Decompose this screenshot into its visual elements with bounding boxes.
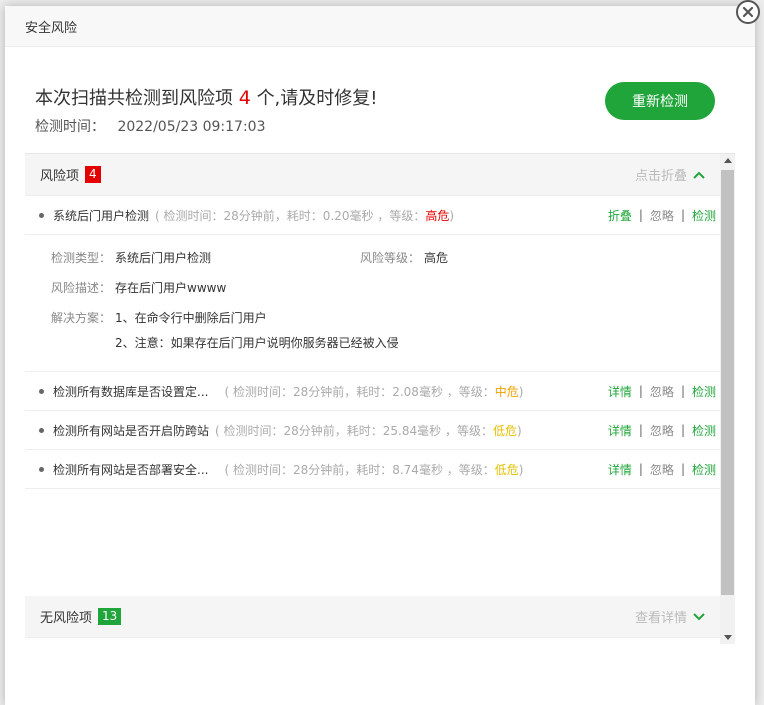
risk-item-detail: 检测类型： 系统后门用户检测 风险等级： 高危 风险描述： 存在后门用户wwww…: [25, 235, 720, 372]
risk-level: 低危: [492, 423, 517, 438]
risk-item-meta: ( 检测时间：28分钟前，耗时：2.08毫秒 ，等级：中危): [224, 383, 523, 400]
separator: |: [638, 208, 643, 222]
separator: |: [680, 423, 685, 437]
risk-level: 低危: [494, 462, 519, 477]
risk-item-meta-end: ): [516, 423, 522, 438]
risk-item-meta: ( 检测时间：28分钟前，耗时：8.74毫秒 ，等级：低危): [224, 461, 523, 478]
detail-level-value: 高危: [424, 251, 449, 265]
scan-time-label: 检测时间：: [35, 119, 105, 135]
risk-item-meta-text: ( 检测时间：28分钟前，耗时：8.74毫秒 ，等级：: [224, 462, 495, 477]
risk-count-badge: 4: [85, 166, 101, 183]
risk-item: 系统后门用户检测 ( 检测时间：28分钟前，耗时：0.20毫秒 ，等级：高危) …: [25, 196, 720, 235]
separator: |: [638, 462, 643, 476]
separator: |: [638, 423, 643, 437]
bullet-icon: [39, 212, 44, 218]
detail-type-label: 检测类型：: [51, 251, 112, 265]
detail-desc-label: 风险描述：: [51, 281, 112, 295]
check-link[interactable]: 检测: [692, 207, 716, 224]
detail-level-label: 风险等级：: [360, 251, 421, 265]
no-risk-section-label: 无风险项: [40, 611, 93, 626]
scan-time-value: 2022/05/23 09:17:03: [117, 119, 266, 135]
view-details-toggle[interactable]: 查看详情: [635, 607, 705, 626]
scroll-down-arrow-icon[interactable]: [724, 635, 732, 640]
bullet-icon: [39, 466, 44, 472]
ignore-link[interactable]: 忽略: [650, 422, 674, 439]
ignore-link[interactable]: 忽略: [650, 461, 674, 478]
risk-list: 系统后门用户检测 ( 检测时间：28分钟前，耗时：0.20毫秒 ，等级：高危) …: [25, 196, 720, 489]
summary-risk-count: 4: [238, 87, 251, 109]
scrollbar[interactable]: [720, 154, 735, 644]
close-button[interactable]: [736, 0, 760, 24]
check-link[interactable]: 检测: [692, 383, 716, 400]
scrollbar-thumb[interactable]: [721, 170, 734, 595]
ignore-link[interactable]: 忽略: [650, 383, 674, 400]
details-link[interactable]: 详情: [608, 422, 632, 439]
dialog-title: 安全风险: [25, 20, 78, 36]
close-icon: [742, 6, 754, 18]
risk-item-actions: 折叠 | 忽略 | 检测: [608, 207, 716, 224]
check-link[interactable]: 检测: [692, 461, 716, 478]
separator: |: [638, 384, 643, 398]
summary-prefix: 本次扫描共检测到风险项: [35, 88, 233, 109]
detail-desc-value: 存在后门用户wwww: [115, 281, 227, 295]
separator: |: [680, 462, 685, 476]
dialog-header: 安全风险: [5, 6, 755, 47]
collapse-toggle[interactable]: 点击折叠: [635, 165, 705, 184]
scan-time: 检测时间： 2022/05/23 09:17:03: [35, 116, 378, 136]
risk-item-actions: 详情 | 忽略 | 检测: [608, 383, 716, 400]
risk-item: 检测所有网站是否部署安全... ( 检测时间：28分钟前，耗时：8.74毫秒 ，…: [25, 450, 720, 489]
risk-item-name: 检测所有网站是否开启防跨站: [53, 423, 210, 438]
detail-solution-step-1: 1、在命令行中删除后门用户: [115, 311, 267, 325]
risk-level: 高危: [425, 208, 450, 223]
detail-solution-step-2: 2、注意：如果存在后门用户说明你服务器已经被入侵: [115, 336, 399, 350]
security-risk-dialog: 安全风险 本次扫描共检测到风险项 4 个,请及时修复! 检测时间： 2022/0…: [5, 0, 760, 705]
risk-item-meta-text: ( 检测时间：28分钟前，耗时：0.20毫秒 ，等级：: [155, 208, 426, 223]
collapse-label: 点击折叠: [634, 169, 687, 184]
risk-section-header: 风险项 4 点击折叠: [25, 154, 720, 196]
view-details-label: 查看详情: [634, 611, 687, 626]
chevron-down-icon: [693, 612, 705, 620]
details-link[interactable]: 详情: [608, 383, 632, 400]
chevron-up-icon: [693, 171, 705, 179]
detail-type-value: 系统后门用户检测: [115, 251, 212, 265]
risk-panel: 风险项 4 点击折叠 系统后门用户检测 ( 检测时间：28分钟前，耗时：0.20…: [25, 153, 735, 644]
risk-item-name: 检测所有数据库是否设置定...: [53, 384, 209, 399]
bullet-icon: [39, 427, 44, 433]
separator: |: [680, 208, 685, 222]
risk-section-label: 风险项: [40, 169, 80, 184]
risk-item-name: 系统后门用户检测: [53, 208, 150, 223]
scan-summary: 本次扫描共检测到风险项 4 个,请及时修复! 检测时间： 2022/05/23 …: [35, 84, 378, 136]
risk-item-meta-end: ): [518, 384, 524, 399]
check-link[interactable]: 检测: [692, 422, 716, 439]
collapse-detail-link[interactable]: 折叠: [608, 207, 632, 224]
risk-item-meta: ( 检测时间：28分钟前，耗时：25.84毫秒 ，等级：低危): [215, 422, 522, 439]
risk-item-actions: 详情 | 忽略 | 检测: [608, 461, 716, 478]
risk-item-meta-end: ): [449, 208, 455, 223]
risk-item-meta-text: ( 检测时间：28分钟前，耗时：25.84毫秒 ，等级：: [215, 423, 493, 438]
summary-suffix: 个,请及时修复!: [256, 88, 378, 109]
risk-item-meta: ( 检测时间：28分钟前，耗时：0.20毫秒 ，等级：高危): [155, 207, 454, 224]
risk-item-meta-text: ( 检测时间：28分钟前，耗时：2.08毫秒 ，等级：: [224, 384, 495, 399]
risk-item: 检测所有数据库是否设置定... ( 检测时间：28分钟前，耗时：2.08毫秒 ，…: [25, 372, 720, 411]
summary-title: 本次扫描共检测到风险项 4 个,请及时修复!: [35, 84, 378, 110]
bullet-icon: [39, 388, 44, 394]
risk-item-meta-end: ): [518, 462, 524, 477]
no-risk-count-badge: 13: [98, 608, 122, 625]
ignore-link[interactable]: 忽略: [650, 207, 674, 224]
detail-solution-label: 解决方案：: [51, 311, 112, 325]
risk-item-actions: 详情 | 忽略 | 检测: [608, 422, 716, 439]
risk-item-name: 检测所有网站是否部署安全...: [53, 462, 209, 477]
separator: |: [680, 384, 685, 398]
rescan-button[interactable]: 重新检测: [605, 82, 715, 120]
risk-item: 检测所有网站是否开启防跨站 ( 检测时间：28分钟前，耗时：25.84毫秒 ，等…: [25, 411, 720, 450]
no-risk-section-header: 无风险项 13 查看详情: [25, 596, 720, 638]
details-link[interactable]: 详情: [608, 461, 632, 478]
scroll-up-arrow-icon[interactable]: [724, 158, 732, 163]
risk-level: 中危: [494, 384, 519, 399]
